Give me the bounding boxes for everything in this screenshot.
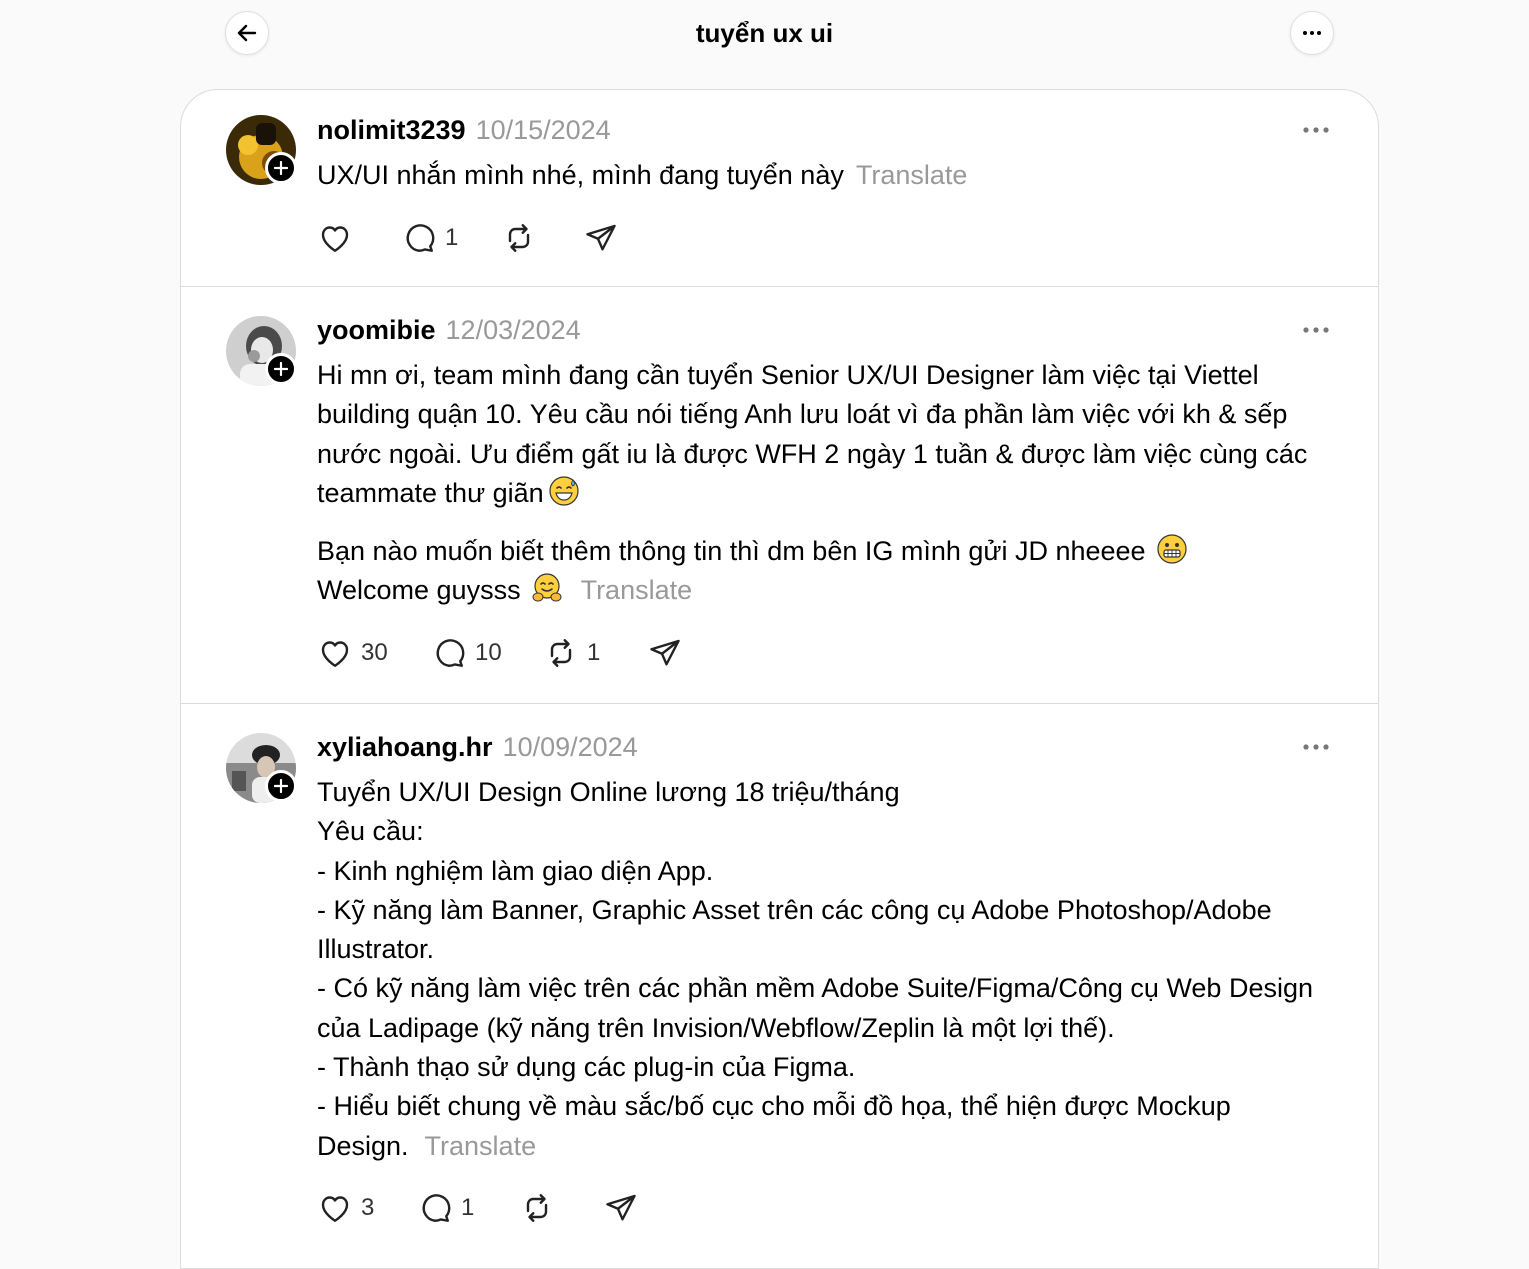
- post: xyliahoang.hr 10/09/2024 Tuyển UX/UI Desi…: [181, 704, 1378, 1268]
- username[interactable]: xyliahoang.hr: [317, 732, 493, 762]
- repost-button[interactable]: [519, 1190, 603, 1226]
- repost-icon: [550, 639, 572, 667]
- post-header: xyliahoang.hr 10/09/2024: [317, 729, 638, 765]
- avatar[interactable]: [226, 316, 297, 386]
- post: nolimit3239 10/15/2024 UX/UI nhắn mình nh…: [181, 90, 1378, 287]
- comment-icon: [436, 639, 465, 667]
- repost-button[interactable]: [501, 220, 583, 256]
- like-button[interactable]: 3: [317, 1190, 417, 1226]
- post-actions: 1: [317, 220, 619, 256]
- like-button[interactable]: [317, 220, 401, 256]
- grimacing-emoji-icon: [1156, 534, 1187, 564]
- post-line: - Thành thạo sử dụng các plug-in của Fig…: [317, 1052, 856, 1083]
- reply-count: 1: [445, 224, 459, 251]
- plus-icon: [274, 779, 288, 793]
- grinning-sweat-emoji-icon: [549, 476, 579, 506]
- feed: nolimit3239 10/15/2024 UX/UI nhắn mình nh…: [180, 89, 1379, 1269]
- reply-button[interactable]: 10: [431, 635, 543, 671]
- post-more-button[interactable]: [1301, 120, 1331, 140]
- post-text: UX/UI nhắn mình nhé, mình đang tuyển này: [317, 160, 844, 190]
- post-body: UX/UI nhắn mình nhé, mình đang tuyển này…: [317, 156, 1347, 195]
- comment-icon: [422, 1194, 451, 1222]
- heart-icon: [321, 641, 349, 667]
- post: yoomibie 12/03/2024 Hi mn ơi, team mình đ…: [181, 287, 1378, 704]
- repost-button[interactable]: 1: [543, 635, 647, 671]
- share-button[interactable]: [603, 1190, 639, 1226]
- post-date: 10/15/2024: [475, 115, 611, 145]
- repost-icon: [508, 224, 530, 252]
- more-horizontal-icon: [1303, 744, 1329, 750]
- translate-link[interactable]: Translate: [581, 575, 693, 605]
- translate-link[interactable]: Translate: [856, 160, 968, 190]
- post-line: Tuyển UX/UI Design Online lương 18 triệu…: [317, 777, 900, 807]
- comment-icon: [406, 224, 435, 252]
- repost-icon: [526, 1194, 548, 1222]
- post-more-button[interactable]: [1301, 320, 1331, 340]
- heart-icon: [321, 1196, 349, 1222]
- send-icon: [606, 1194, 636, 1221]
- like-button[interactable]: 30: [317, 635, 431, 671]
- post-actions: 30 10 1: [317, 635, 683, 671]
- reply-count: 1: [461, 1194, 475, 1221]
- post-text: Bạn nào muốn biết thêm thông tin thì dm …: [317, 536, 1146, 567]
- post-text: Hi mn ơi, team mình đang cần tuyển Senio…: [317, 360, 1308, 508]
- plus-icon: [274, 362, 288, 376]
- post-body: Tuyển UX/UI Design Online lương 18 triệu…: [317, 773, 1327, 1166]
- post-line: - Kỹ năng làm Banner, Graphic Asset trên…: [317, 894, 1272, 965]
- avatar[interactable]: [226, 115, 297, 185]
- send-icon: [650, 639, 680, 666]
- more-horizontal-icon: [1303, 327, 1329, 333]
- share-button[interactable]: [583, 220, 619, 256]
- like-count: 30: [361, 639, 388, 666]
- more-horizontal-icon: [1303, 31, 1321, 35]
- reply-button[interactable]: 1: [417, 1190, 519, 1226]
- post-header: yoomibie 12/03/2024: [317, 312, 581, 348]
- avatar[interactable]: [226, 733, 297, 803]
- reply-count: 10: [475, 639, 502, 666]
- like-count: 3: [361, 1194, 375, 1221]
- reply-button[interactable]: 1: [401, 220, 501, 256]
- post-line: - Kinh nghiệm làm giao diện App.: [317, 855, 714, 886]
- hugging-face-emoji-icon: [532, 573, 562, 602]
- post-body: Hi mn ơi, team mình đang cần tuyển Senio…: [317, 356, 1337, 611]
- follow-button[interactable]: [265, 770, 297, 802]
- top-bar: tuyển ux ui: [0, 0, 1529, 70]
- post-date: 10/09/2024: [502, 732, 638, 762]
- post-text: Welcome guysss: [317, 575, 521, 606]
- follow-button[interactable]: [265, 353, 297, 385]
- translate-link[interactable]: Translate: [425, 1131, 537, 1161]
- send-icon: [586, 224, 616, 251]
- follow-button[interactable]: [265, 152, 297, 184]
- share-button[interactable]: [647, 635, 683, 671]
- page-more-button[interactable]: [1290, 11, 1334, 55]
- post-header: nolimit3239 10/15/2024: [317, 112, 611, 148]
- username[interactable]: yoomibie: [317, 315, 436, 345]
- more-horizontal-icon: [1303, 127, 1329, 133]
- post-actions: 3 1: [317, 1190, 639, 1226]
- username[interactable]: nolimit3239: [317, 115, 466, 145]
- post-line: - Có kỹ năng làm việc trên các phần mềm …: [317, 973, 1313, 1043]
- plus-icon: [274, 161, 288, 175]
- post-date: 12/03/2024: [445, 315, 581, 345]
- post-more-button[interactable]: [1301, 737, 1331, 757]
- repost-count: 1: [587, 639, 601, 666]
- post-line: Yêu cầu:: [317, 816, 424, 847]
- heart-icon: [321, 226, 349, 252]
